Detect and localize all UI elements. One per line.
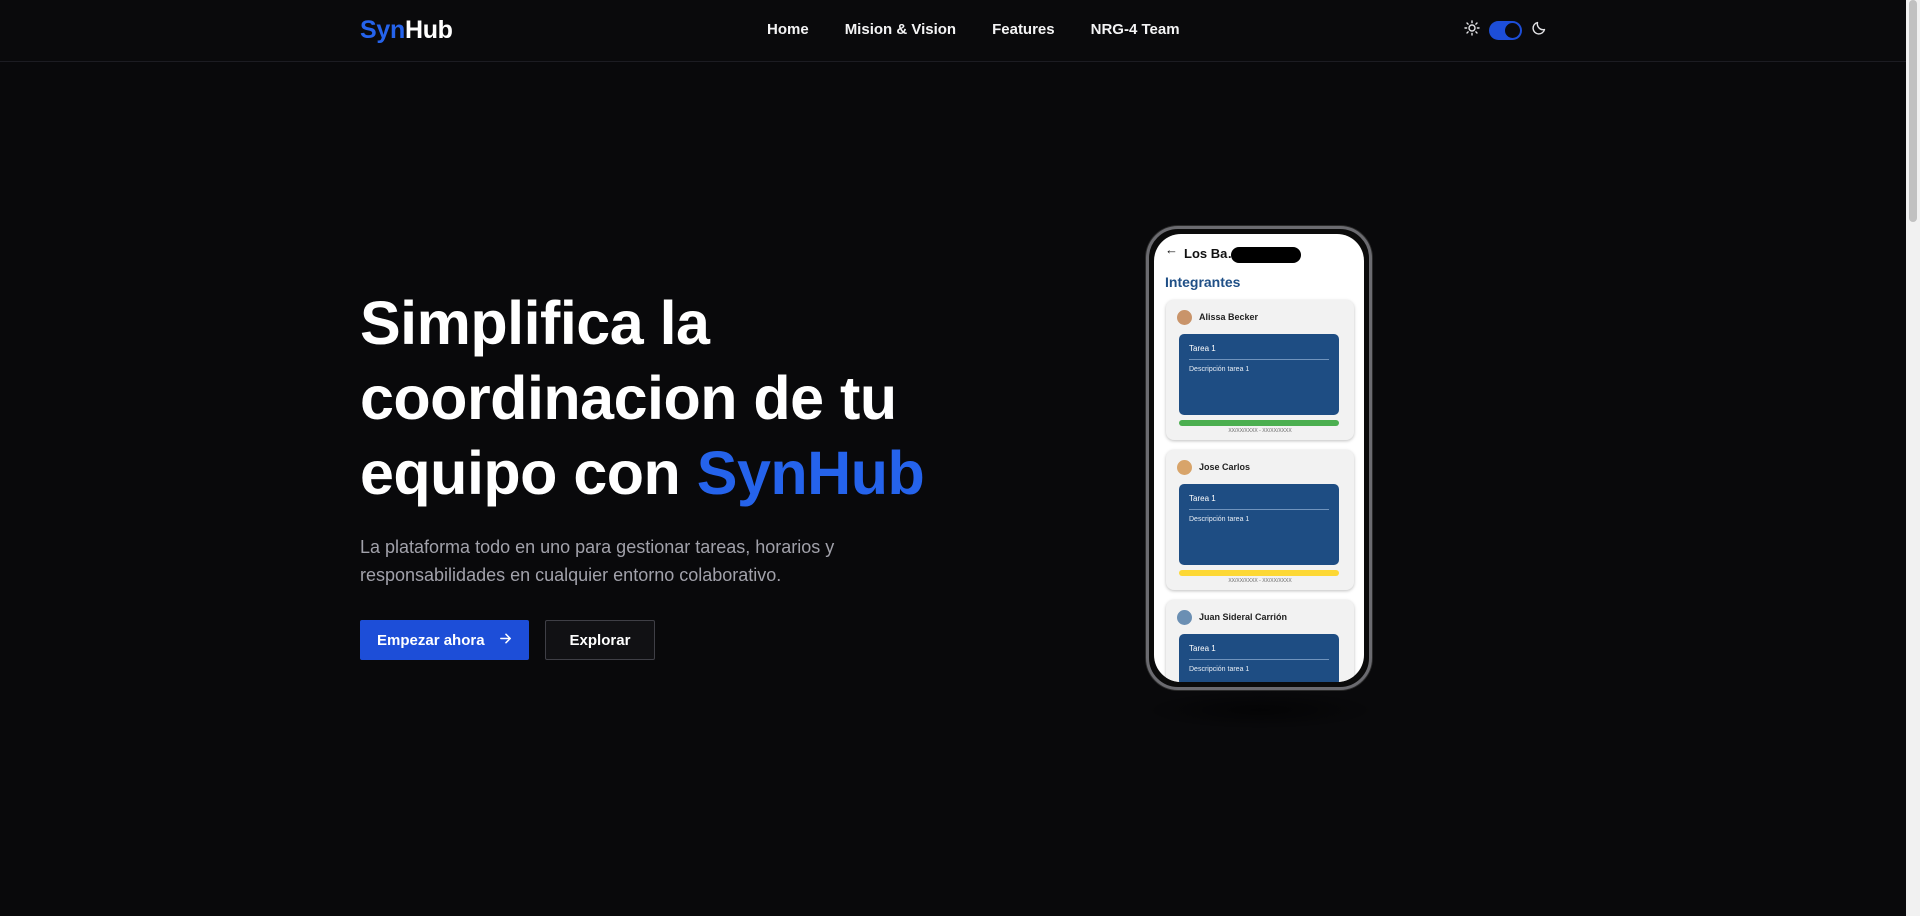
hero-title-line3: equipo con: [360, 439, 697, 507]
member-name: Jose Carlos: [1199, 462, 1251, 472]
sun-icon: [1464, 20, 1480, 41]
task-dates: XX/XX/XXXX - XX/XX/XXXX: [1228, 428, 1292, 434]
empezar-ahora-button[interactable]: Empezar ahora: [360, 620, 529, 660]
task-divider: [1189, 659, 1329, 660]
nav-link-nrg4-team[interactable]: NRG-4 Team: [1091, 21, 1180, 38]
phone-shadow: [1140, 690, 1380, 730]
member-card: Jose Carlos Tarea 1 Descripción tarea 1 …: [1166, 450, 1354, 590]
avatar: [1177, 610, 1192, 625]
hero-title-line1: Simplifica la: [360, 289, 710, 357]
hero-subtitle: La plataforma todo en uno para gestionar…: [360, 537, 835, 585]
task-description: Descripción tarea 1: [1189, 366, 1250, 373]
hero-title-accent: SynHub: [696, 439, 925, 507]
integrantes-heading: Integrantes: [1165, 274, 1241, 290]
task-card: Tarea 1 Descripción tarea 1: [1179, 334, 1339, 415]
site-header: SynHub Home Mision & Vision Features NRG…: [0, 0, 1906, 62]
task-progress-bar: [1179, 420, 1339, 426]
task-divider: [1189, 359, 1329, 360]
nav-link-features[interactable]: Features: [992, 21, 1055, 38]
task-card: Tarea 1 Descripción tarea 1: [1179, 484, 1339, 565]
hero-title: Simplifica la coordinacion de tu equipo …: [360, 286, 980, 511]
hero-title-line2: coordinacion de tu: [360, 364, 897, 432]
task-divider: [1189, 509, 1329, 510]
nav-link-mision-vision[interactable]: Mision & Vision: [845, 21, 956, 38]
explorar-button[interactable]: Explorar: [544, 620, 656, 660]
task-title: Tarea 1: [1189, 344, 1216, 353]
task-title: Tarea 1: [1189, 644, 1216, 653]
phone-mockup: ← Los Ba… ns Integrantes Alissa Becker T…: [1146, 226, 1372, 690]
task-description: Descripción tarea 1: [1189, 666, 1250, 673]
task-description: Descripción tarea 1: [1189, 516, 1250, 523]
task-card: Tarea 1 Descripción tarea 1: [1179, 634, 1339, 682]
theme-switcher: [1464, 20, 1547, 41]
phone-screen: ← Los Ba… ns Integrantes Alissa Becker T…: [1154, 234, 1364, 682]
synhub-logo[interactable]: SynHub: [360, 16, 453, 45]
member-name: Alissa Becker: [1199, 312, 1259, 322]
page-scrollbar[interactable]: [1906, 0, 1920, 916]
scrollbar-thumb[interactable]: [1909, 0, 1917, 222]
member-name: Juan Sideral Carrión: [1199, 612, 1288, 622]
hero-actions: Empezar ahora Explorar: [360, 620, 656, 660]
nav-link-home[interactable]: Home: [767, 21, 809, 38]
theme-toggle[interactable]: [1489, 21, 1522, 40]
task-title: Tarea 1: [1189, 494, 1216, 503]
member-card: Juan Sideral Carrión Tarea 1 Descripción…: [1166, 600, 1354, 682]
member-card: Alissa Becker Tarea 1 Descripción tarea …: [1166, 300, 1354, 440]
task-progress-bar: [1179, 570, 1339, 576]
empezar-ahora-label: Empezar ahora: [377, 631, 485, 649]
moon-icon: [1531, 20, 1547, 41]
task-dates: XX/XX/XXXX - XX/XX/XXXX: [1228, 578, 1292, 584]
back-arrow-icon: ←: [1165, 242, 1178, 257]
avatar: [1177, 310, 1192, 325]
arrow-right-icon: [499, 632, 512, 649]
avatar: [1177, 460, 1192, 475]
toggle-knob: [1505, 23, 1520, 38]
logo-part-syn: Syn: [360, 16, 405, 44]
phone-notch: [1231, 247, 1301, 263]
logo-part-hub: Hub: [404, 16, 453, 44]
main-nav: Home Mision & Vision Features NRG-4 Team: [767, 21, 1180, 38]
